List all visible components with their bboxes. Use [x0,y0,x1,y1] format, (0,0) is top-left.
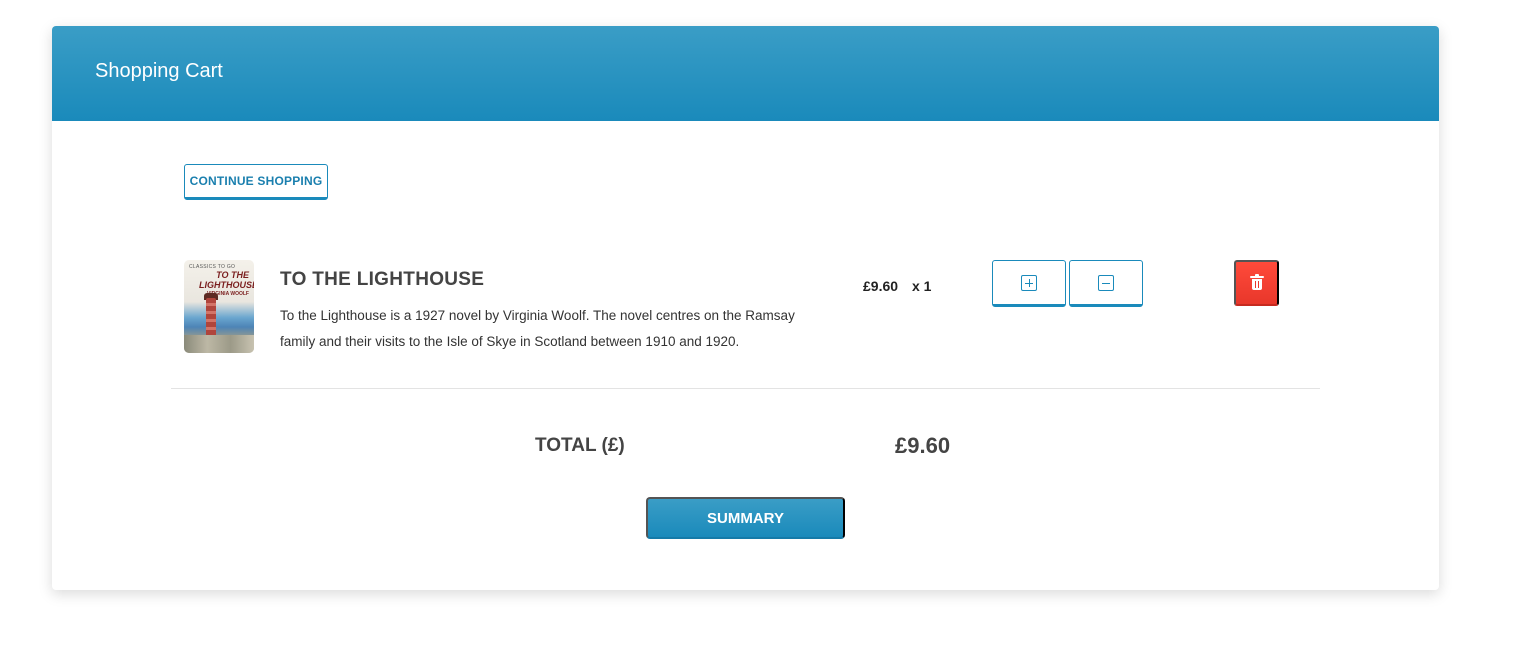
trash-icon [1249,273,1264,291]
total-label: TOTAL (£) [535,435,625,456]
page-title: Shopping Cart [95,60,223,82]
item-quantity: x 1 [912,278,932,294]
continue-shopping-button[interactable]: CONTINUE SHOPPING [184,164,328,200]
cart-header: Shopping Cart [52,26,1439,121]
lighthouse-illustration [206,298,216,338]
decrease-quantity-button[interactable] [1069,260,1143,307]
plus-icon [1021,274,1037,291]
cover-title-text: TO THE LIGHTHOUSE [199,270,254,290]
divider [171,388,1320,389]
total-value: £9.60 [895,433,951,458]
shopping-cart-panel: Shopping Cart CONTINUE SHOPPING CLASSICS… [52,26,1439,590]
summary-button[interactable]: SUMMARY [646,497,845,539]
book-cover-image: CLASSICS TO GO TO THE LIGHTHOUSE VIRGINI… [184,260,254,353]
rocks-illustration [184,335,254,353]
item-description: To the Lighthouse is a 1927 novel by Vir… [280,308,795,349]
item-title: TO THE LIGHTHOUSE [280,269,485,290]
minus-icon [1098,274,1114,291]
item-price: £9.60 [863,278,899,294]
remove-item-button[interactable] [1234,260,1279,306]
increase-quantity-button[interactable] [992,260,1066,307]
